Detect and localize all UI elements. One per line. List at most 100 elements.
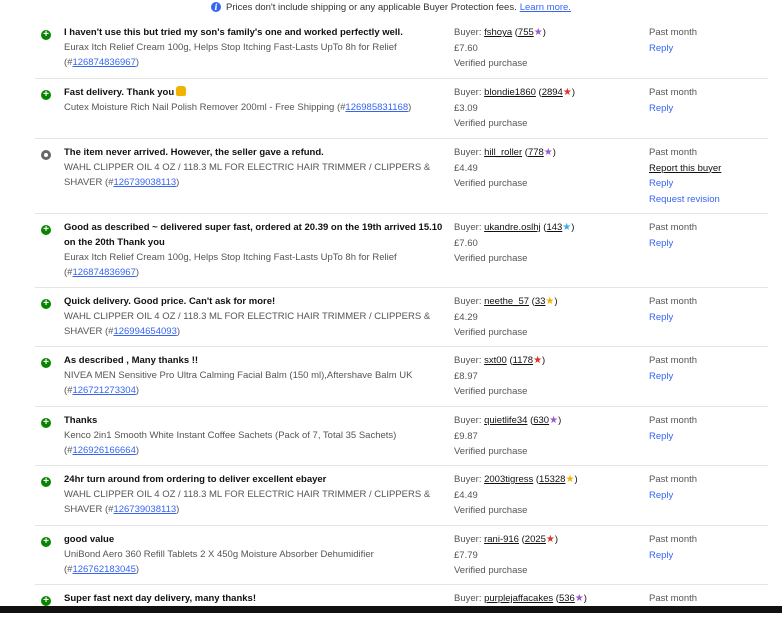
feedback-row: Quick delivery. Good price. Can't ask fo… bbox=[35, 287, 768, 347]
item-number-link[interactable]: 126762183045 bbox=[72, 564, 135, 575]
item-number-link[interactable]: 126874836967 bbox=[72, 57, 135, 68]
buyer-feedback-score[interactable]: (2025★) bbox=[522, 534, 558, 545]
verified-purchase-label: Verified purchase bbox=[454, 446, 528, 457]
buyer-score-value: 755 bbox=[517, 27, 534, 38]
buyer-feedback-score[interactable]: (1178★) bbox=[509, 355, 545, 366]
reply-link[interactable]: Reply bbox=[649, 548, 769, 564]
buyer-label: Buyer: bbox=[454, 474, 482, 485]
buyer-feedback-score[interactable]: (15328★) bbox=[536, 474, 578, 485]
positive-rating-icon bbox=[41, 596, 51, 606]
feedback-comment: good value bbox=[64, 534, 115, 545]
buyer-line: Buyer: neethe_57 (33★) bbox=[454, 294, 634, 310]
feedback-star-icon: ★ bbox=[545, 296, 555, 307]
reply-link[interactable]: Reply bbox=[649, 429, 769, 445]
feedback-row: Fast delivery. Thank you Cutex Moisture R… bbox=[35, 78, 768, 139]
reply-link[interactable]: Reply bbox=[649, 236, 769, 252]
feedback-date: Past month bbox=[649, 355, 698, 366]
buyer-username-link[interactable]: purplejaffacakes bbox=[484, 593, 553, 604]
verified-purchase-label: Verified purchase bbox=[454, 327, 528, 338]
buyer-username-link[interactable]: 2003tigress bbox=[484, 474, 533, 485]
buyer-username-link[interactable]: rani-916 bbox=[484, 534, 519, 545]
buyer-label: Buyer: bbox=[454, 222, 482, 233]
feedback-star-icon: ★ bbox=[562, 222, 572, 233]
buyer-info: Buyer: ukandre.oslhj (143★) £7.60 Verified… bbox=[454, 220, 634, 267]
feedback-date: Past month bbox=[649, 474, 698, 485]
feedback-comment: Good as described ~ delivered super fast… bbox=[64, 222, 443, 248]
buyer-score-value: 778 bbox=[527, 147, 544, 158]
buyer-feedback-score[interactable]: (536★) bbox=[556, 593, 587, 604]
buyer-username-link[interactable]: hill_roller bbox=[484, 147, 522, 158]
feedback-star-icon: ★ bbox=[565, 474, 575, 485]
feedback-meta: Past month Reply bbox=[649, 413, 769, 444]
buyer-label: Buyer: bbox=[454, 415, 482, 426]
feedback-comment: 24hr turn around from ordering to delive… bbox=[64, 474, 327, 485]
item-title: UniBond Aero 360 Refill Tablets 2 X 450g… bbox=[64, 549, 374, 575]
feedback-row: good value UniBond Aero 360 Refill Tablet… bbox=[35, 525, 768, 585]
taskbar-strip bbox=[0, 606, 782, 613]
buyer-feedback-score[interactable]: (755★) bbox=[515, 27, 546, 38]
reply-link[interactable]: Reply bbox=[649, 310, 769, 326]
buyer-label: Buyer: bbox=[454, 296, 482, 307]
buyer-score-value: 536 bbox=[558, 593, 575, 604]
item-price: £8.97 bbox=[454, 370, 478, 382]
reply-link[interactable]: Reply bbox=[649, 176, 769, 192]
buyer-line: Buyer: quietlife34 (630★) bbox=[454, 413, 634, 429]
buyer-username-link[interactable]: blondie1860 bbox=[484, 87, 536, 98]
buyer-feedback-score[interactable]: (630★) bbox=[530, 415, 561, 426]
item-title-text: Cutex Moisture Rich Nail Polish Remover … bbox=[64, 102, 346, 113]
positive-rating-icon bbox=[41, 90, 51, 100]
item-number-link[interactable]: 126739038113 bbox=[113, 177, 176, 188]
reply-link[interactable]: Reply bbox=[649, 41, 769, 57]
feedback-comment: Fast delivery. Thank you bbox=[64, 87, 175, 98]
buyer-username-link[interactable]: ukandre.oslhj bbox=[484, 222, 541, 233]
feedback-meta: Past month bbox=[649, 591, 769, 607]
request-revision-link[interactable]: Request revision bbox=[649, 192, 769, 208]
item-title-suffix: ) bbox=[408, 102, 412, 113]
feedback-meta: Past month Reply bbox=[649, 294, 769, 325]
item-number-link[interactable]: 126739038113 bbox=[113, 504, 176, 515]
feedback-meta: Past month Reply bbox=[649, 25, 769, 56]
item-number-link[interactable]: 126874836967 bbox=[72, 267, 135, 278]
buyer-feedback-score[interactable]: (2894★) bbox=[539, 87, 575, 98]
item-title: Eurax Itch Relief Cream 100g, Helps Stop… bbox=[64, 42, 397, 68]
buyer-line: Buyer: ukandre.oslhj (143★) bbox=[454, 220, 634, 236]
buyer-feedback-score[interactable]: (33★) bbox=[532, 296, 558, 307]
learn-more-link[interactable]: Learn more. bbox=[520, 2, 571, 13]
buyer-username-link[interactable]: quietlife34 bbox=[484, 415, 527, 426]
feedback-comment: I haven't use this but tried my son's fa… bbox=[64, 27, 403, 38]
item-number-link[interactable]: 126721273304 bbox=[72, 385, 135, 396]
buyer-score-value: 2025 bbox=[524, 534, 546, 545]
reply-link[interactable]: Reply bbox=[649, 101, 769, 117]
item-title-suffix: ) bbox=[135, 445, 140, 456]
reply-link[interactable]: Reply bbox=[649, 488, 769, 504]
buyer-score-value: 33 bbox=[534, 296, 546, 307]
feedback-details: Super fast next day delivery, many thank… bbox=[64, 591, 444, 606]
report-buyer-link[interactable]: Report this buyer bbox=[649, 161, 769, 177]
buyer-line: Buyer: hill_roller (778★) bbox=[454, 145, 634, 161]
item-title: Cutex Moisture Rich Nail Polish Remover … bbox=[64, 102, 411, 113]
buyer-feedback-score[interactable]: (143★) bbox=[543, 222, 574, 233]
reply-link[interactable]: Reply bbox=[649, 369, 769, 385]
buyer-score-value: 15328 bbox=[539, 474, 566, 485]
positive-rating-icon bbox=[41, 418, 51, 428]
item-number-link[interactable]: 126926166664 bbox=[72, 445, 135, 456]
buyer-info: Buyer: fshoya (755★) £7.60 Verified purcha… bbox=[454, 25, 634, 72]
item-number-link[interactable]: 126994654093 bbox=[113, 326, 176, 337]
buyer-info: Buyer: purplejaffacakes (536★) bbox=[454, 591, 634, 607]
buyer-score-value: 2894 bbox=[541, 87, 563, 98]
buyer-username-link[interactable]: sxt00 bbox=[484, 355, 507, 366]
item-price: £4.29 bbox=[454, 311, 478, 323]
feedback-star-icon: ★ bbox=[545, 534, 555, 545]
feedback-details: Good as described ~ delivered super fast… bbox=[64, 220, 444, 280]
buyer-feedback-score[interactable]: (778★) bbox=[525, 147, 556, 158]
positive-rating-icon bbox=[41, 225, 51, 235]
item-title-suffix: ) bbox=[176, 326, 181, 337]
buyer-username-link[interactable]: neethe_57 bbox=[484, 296, 529, 307]
item-title-suffix: ) bbox=[135, 57, 140, 68]
item-title: WAHL CLIPPER OIL 4 OZ / 118.3 ML FOR ELE… bbox=[64, 489, 430, 515]
item-title: NIVEA MEN Sensitive Pro Ultra Calming Fa… bbox=[64, 370, 412, 396]
feedback-details: Thanks Kenco 2in1 Smooth White Instant Co… bbox=[64, 413, 444, 458]
feedback-date: Past month bbox=[649, 296, 698, 307]
buyer-username-link[interactable]: fshoya bbox=[484, 27, 512, 38]
item-number-link[interactable]: 126985831168 bbox=[345, 102, 408, 113]
